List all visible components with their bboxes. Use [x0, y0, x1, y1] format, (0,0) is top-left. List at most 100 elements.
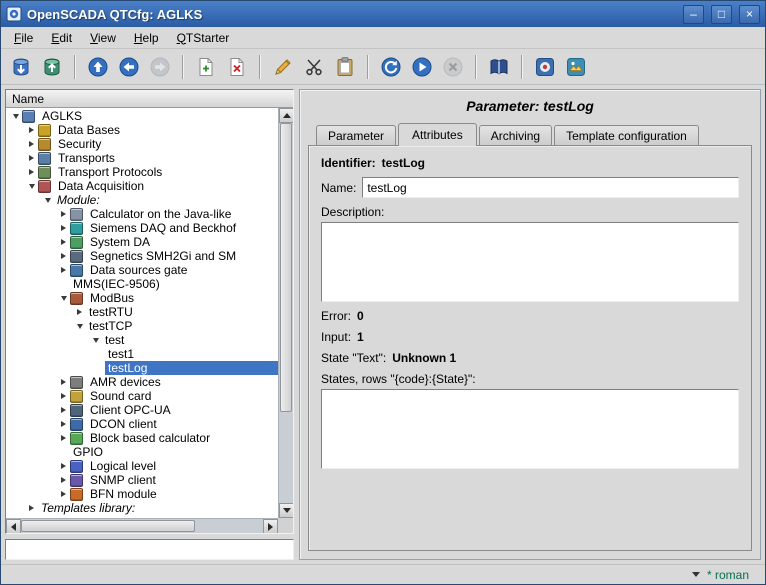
start-updating-button[interactable] — [408, 53, 436, 81]
menu-qtstarter[interactable]: QTStarter — [168, 29, 239, 47]
tree-item-block-based-calculator[interactable]: Block based calculatorGPIO — [6, 431, 278, 459]
scroll-right-button[interactable] — [263, 519, 278, 534]
tree-item-test[interactable]: test — [6, 333, 278, 347]
collapse-arrow-icon[interactable] — [9, 114, 22, 119]
tab-archiving[interactable]: Archiving — [479, 125, 552, 145]
tree-vertical-scrollbar[interactable] — [278, 108, 293, 518]
tree-item-dcon-client[interactable]: DCON client — [6, 417, 278, 431]
tree-horizontal-scrollbar[interactable] — [6, 518, 278, 533]
tree-item-calculator-on-the-java-like[interactable]: Calculator on the Java-like — [6, 207, 278, 221]
scroll-up-button[interactable] — [279, 108, 294, 123]
expand-arrow-icon[interactable] — [57, 211, 70, 217]
states-rows-textarea[interactable] — [321, 389, 739, 469]
scroll-left-button[interactable] — [6, 519, 21, 534]
horizontal-scroll-slider[interactable] — [21, 520, 195, 532]
expand-arrow-icon[interactable] — [57, 379, 70, 385]
expand-arrow-icon[interactable] — [25, 155, 38, 161]
tree-item-amr-devices[interactable]: AMR devices — [6, 375, 278, 389]
expand-arrow-icon[interactable] — [57, 477, 70, 483]
stop-updating-button[interactable] — [439, 53, 467, 81]
tree-item-system-da[interactable]: System DA — [6, 235, 278, 249]
tree-header[interactable]: Name — [6, 90, 293, 108]
collapse-arrow-icon[interactable] — [57, 296, 70, 301]
tree-item-segnetics-smh2gi-and-sm[interactable]: Segnetics SMH2Gi and SM — [6, 249, 278, 263]
tree-item-modbus[interactable]: ModBus — [6, 291, 278, 305]
tree-item-snmp-client[interactable]: SNMP client — [6, 473, 278, 487]
tree-item-testrtu[interactable]: testRTU — [6, 305, 278, 319]
tree-item-testlog[interactable]: testLog — [6, 361, 278, 375]
tree-item-testtcp[interactable]: testTCP — [6, 319, 278, 333]
tree-item-module[interactable]: Module: — [6, 193, 278, 207]
tree-filter-input[interactable] — [5, 539, 294, 560]
vertical-scroll-track[interactable] — [279, 123, 293, 503]
expand-arrow-icon[interactable] — [57, 253, 70, 259]
menu-file[interactable]: File — [5, 29, 42, 47]
expand-arrow-icon[interactable] — [25, 505, 38, 511]
expand-arrow-icon[interactable] — [57, 491, 70, 497]
name-input[interactable] — [362, 177, 739, 198]
tree-item-security[interactable]: Security — [6, 137, 278, 151]
manual-button[interactable] — [485, 53, 513, 81]
tree-item-data-sources-gate[interactable]: Data sources gateMMS(IEC-9506) — [6, 263, 278, 291]
collapse-arrow-icon[interactable] — [89, 338, 102, 343]
copy-item-button[interactable] — [269, 53, 297, 81]
expand-arrow-icon[interactable] — [57, 421, 70, 427]
qtcfg-starter-button[interactable] — [531, 53, 559, 81]
cut-item-button[interactable] — [300, 53, 328, 81]
horizontal-scroll-track[interactable] — [21, 519, 263, 533]
up-button[interactable] — [84, 53, 112, 81]
refresh-button[interactable] — [377, 53, 405, 81]
paste-item-button[interactable] — [331, 53, 359, 81]
tab-parameter[interactable]: Parameter — [316, 125, 396, 145]
tree-item-sound-card[interactable]: Sound card — [6, 389, 278, 403]
vision-starter-button[interactable] — [562, 53, 590, 81]
expand-arrow-icon[interactable] — [25, 127, 38, 133]
maximize-button[interactable]: □ — [711, 5, 732, 24]
expand-arrow-icon[interactable] — [25, 141, 38, 147]
next-button[interactable] — [146, 53, 174, 81]
close-button[interactable]: × — [739, 5, 760, 24]
collapse-arrow-icon[interactable] — [25, 184, 38, 189]
tree-item-siemens-daq-and-beckhof[interactable]: Siemens DAQ and Beckhof — [6, 221, 278, 235]
expand-arrow-icon[interactable] — [57, 435, 70, 441]
expand-arrow-icon[interactable] — [57, 267, 70, 273]
tree-item-logical-level[interactable]: Logical level — [6, 459, 278, 473]
menu-edit[interactable]: Edit — [42, 29, 81, 47]
expand-arrow-icon[interactable] — [57, 239, 70, 245]
load-from-db-button[interactable] — [7, 53, 35, 81]
add-item-button[interactable] — [192, 53, 220, 81]
menu-view[interactable]: View — [81, 29, 125, 47]
tree-item-templates-library[interactable]: Templates library: — [6, 501, 278, 515]
tree-item-client-opc-ua[interactable]: Client OPC-UA — [6, 403, 278, 417]
transport-protocols-icon — [38, 166, 51, 179]
tab-attributes[interactable]: Attributes — [398, 123, 477, 146]
minimize-button[interactable]: – — [683, 5, 704, 24]
tree-item-bfn-module[interactable]: BFN module — [6, 487, 278, 501]
input-row: Input: 1 — [321, 330, 739, 344]
collapse-arrow-icon[interactable] — [41, 198, 54, 203]
expand-arrow-icon[interactable] — [25, 169, 38, 175]
previous-button[interactable] — [115, 53, 143, 81]
tree-item-transport-protocols[interactable]: Transport Protocols — [6, 165, 278, 179]
description-textarea[interactable] — [321, 222, 739, 302]
tree-item-data-acquisition[interactable]: Data Acquisition — [6, 179, 278, 193]
tree-item-aglks[interactable]: AGLKS — [6, 109, 278, 123]
scroll-down-button[interactable] — [279, 503, 294, 518]
expand-arrow-icon[interactable] — [73, 309, 86, 315]
tree-item-transports[interactable]: Transports — [6, 151, 278, 165]
expand-arrow-icon[interactable] — [57, 225, 70, 231]
delete-item-button[interactable] — [223, 53, 251, 81]
tree-item-label: testTCP — [86, 319, 135, 333]
user-dropdown-icon[interactable] — [692, 572, 700, 577]
expand-arrow-icon[interactable] — [57, 393, 70, 399]
menu-help[interactable]: Help — [125, 29, 168, 47]
tree-item-test1[interactable]: test1 — [6, 347, 278, 361]
collapse-arrow-icon[interactable] — [73, 324, 86, 329]
vertical-scroll-slider[interactable] — [280, 123, 292, 412]
tree-item-data-bases[interactable]: Data Bases — [6, 123, 278, 137]
tab-template-configuration[interactable]: Template configuration — [554, 125, 699, 145]
expand-arrow-icon[interactable] — [57, 407, 70, 413]
save-to-db-button[interactable] — [38, 53, 66, 81]
states-rows-row: States, rows "{code}:{State}": — [321, 372, 739, 386]
expand-arrow-icon[interactable] — [57, 463, 70, 469]
